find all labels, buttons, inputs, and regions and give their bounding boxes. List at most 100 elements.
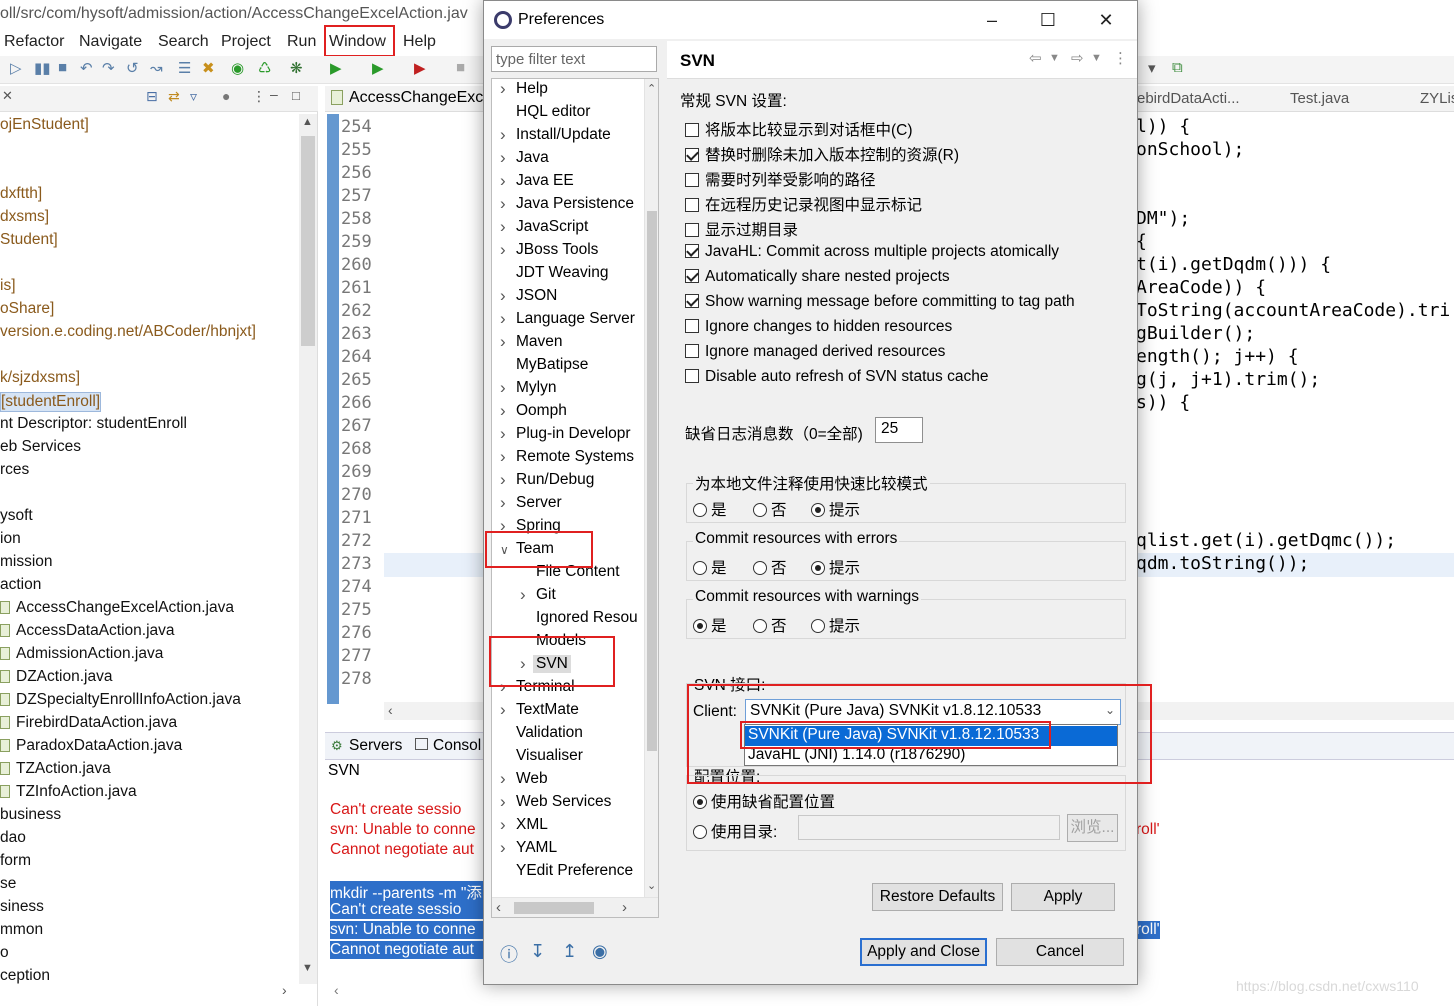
minimize-icon[interactable]: – (270, 86, 278, 102)
chevron-right-icon[interactable]: › (500, 447, 506, 467)
toolbar-icon[interactable]: ↶ (80, 59, 93, 77)
option-checkbox[interactable]: Ignore changes to hidden resources (685, 318, 952, 336)
explorer-scroll-thumb[interactable] (301, 136, 315, 346)
tab-servers[interactable]: Servers (349, 737, 402, 755)
tree-item-xml[interactable]: XML (516, 816, 548, 834)
scroll-up-icon[interactable]: ⌃ (647, 82, 656, 95)
toolbar-icon[interactable]: ▮▮ (34, 59, 51, 77)
explorer-tree-item[interactable]: rces (0, 461, 29, 479)
radio-option[interactable]: 否 (753, 556, 787, 578)
apply-and-close-button[interactable]: Apply and Close (860, 938, 987, 966)
minimize-button[interactable]: – (964, 5, 1020, 35)
explorer-tree-item[interactable]: is] (0, 277, 16, 295)
chevron-down-icon[interactable]: ▼ (1091, 52, 1102, 64)
chevron-right-icon[interactable]: › (500, 217, 506, 237)
radio-option[interactable]: 是 (693, 556, 727, 578)
option-checkbox[interactable]: Disable auto refresh of SVN status cache (685, 368, 988, 386)
explorer-tree-item[interactable]: [studentEnroll] (0, 392, 102, 412)
explorer-tree-item[interactable]: form (0, 852, 31, 870)
chevron-right-icon[interactable]: › (500, 79, 506, 99)
explorer-file-item[interactable]: AccessChangeExcelAction.java (0, 599, 234, 617)
toolbar-icon[interactable]: ↝ (150, 59, 163, 77)
tree-item-jdt-weaving[interactable]: JDT Weaving (516, 264, 608, 282)
tree-item-ignored-resou[interactable]: Ignored Resou (536, 609, 638, 627)
tree-item-java-persistence[interactable]: Java Persistence (516, 195, 634, 213)
option-checkbox[interactable]: JavaHL: Commit across multiple projects … (685, 243, 1059, 261)
chevron-right-icon[interactable]: › (500, 792, 506, 812)
browse-button[interactable]: 浏览... (1067, 814, 1118, 842)
explorer-tree-item[interactable]: o (0, 944, 9, 962)
log-count-input[interactable]: 25 (875, 417, 923, 443)
chevron-right-icon[interactable]: › (500, 815, 506, 835)
editor-tab[interactable]: ZYLis (1420, 90, 1454, 107)
menu-help[interactable]: Help (403, 33, 436, 51)
tree-item-server[interactable]: Server (516, 494, 562, 512)
option-checkbox[interactable]: Automatically share nested projects (685, 268, 950, 286)
tab-console[interactable]: Consol (433, 737, 481, 755)
explorer-tree-item[interactable]: eb Services (0, 438, 81, 456)
chevron-right-icon[interactable]: › (500, 769, 506, 789)
explorer-tree-item[interactable]: se (0, 875, 16, 893)
chevron-down-icon[interactable]: ▼ (1049, 52, 1060, 64)
export-icon[interactable]: ↥ (562, 941, 577, 962)
help-icon[interactable]: ⓘ (500, 941, 518, 967)
tree-item-mybatipse[interactable]: MyBatipse (516, 356, 588, 374)
run-icon[interactable]: ▶ (372, 59, 384, 77)
tree-item-hql-editor[interactable]: HQL editor (516, 103, 590, 121)
editor-tab-active[interactable]: AccessChangeExce (349, 89, 492, 107)
explorer-tree-item[interactable]: siness (0, 898, 44, 916)
maximize-button[interactable]: ☐ (1020, 5, 1076, 35)
explorer-tree-item[interactable]: version.e.coding.net/ABCoder/hbnjxt] (0, 323, 256, 341)
toolbar-icon[interactable]: ☰ (178, 59, 191, 77)
cancel-button[interactable]: Cancel (996, 938, 1124, 966)
radio-option[interactable]: 提示 (811, 556, 860, 578)
maximize-icon[interactable]: □ (292, 88, 300, 103)
explorer-file-item[interactable]: AccessDataAction.java (0, 622, 175, 640)
tree-item-help[interactable]: Help (516, 80, 548, 98)
explorer-tree-item[interactable]: Student] (0, 231, 58, 249)
apply-button[interactable]: Apply (1011, 883, 1115, 911)
chevron-right-icon[interactable]: › (520, 585, 526, 605)
tree-item-java-ee[interactable]: Java EE (516, 172, 574, 190)
tree-item-yedit-preference[interactable]: YEdit Preference (516, 862, 633, 880)
radio-use-directory[interactable]: 使用目录: (693, 820, 777, 842)
more-icon[interactable]: ⋮ (252, 88, 266, 105)
view-menu-icon[interactable]: ● (222, 88, 230, 104)
tree-item-web-services[interactable]: Web Services (516, 793, 611, 811)
scroll-down-icon[interactable]: ▼ (302, 962, 313, 974)
explorer-tree-item[interactable]: business (0, 806, 61, 824)
tree-item-jboss-tools[interactable]: JBoss Tools (516, 241, 598, 259)
tree-item-oomph[interactable]: Oomph (516, 402, 567, 420)
tree-item-validation[interactable]: Validation (516, 724, 583, 742)
import-icon[interactable]: ↧ (530, 941, 545, 962)
tree-scroll-thumb[interactable] (647, 211, 657, 751)
explorer-tree-item[interactable]: ojEnStudent] (0, 116, 89, 134)
scroll-left-icon[interactable]: ‹ (496, 899, 501, 916)
chevron-right-icon[interactable]: › (500, 148, 506, 168)
tree-item-remote-systems[interactable]: Remote Systems (516, 448, 634, 466)
menu-search[interactable]: Search (158, 33, 209, 51)
menu-project[interactable]: Project (221, 33, 271, 51)
radio-option[interactable]: 是 (693, 614, 727, 636)
option-checkbox[interactable]: 需要时列举受影响的路径 (685, 168, 876, 190)
explorer-tree-item[interactable]: ception (0, 967, 50, 985)
explorer-tree-item[interactable]: mission (0, 553, 53, 571)
chevron-right-icon[interactable]: › (500, 309, 506, 329)
scroll-right-icon[interactable]: › (282, 982, 287, 998)
explorer-tree-item[interactable]: ysoft (0, 507, 33, 525)
debug-icon[interactable]: ❋ (290, 59, 303, 77)
explorer-tree-item[interactable]: action (0, 576, 41, 594)
option-checkbox[interactable]: Show warning message before committing t… (685, 293, 1075, 311)
radio-option[interactable]: 否 (753, 614, 787, 636)
explorer-file-item[interactable]: DZAction.java (0, 668, 112, 686)
toolbar-icon[interactable]: ■ (58, 59, 67, 76)
toolbar-icon[interactable]: ■ (456, 59, 465, 76)
scroll-left-icon[interactable]: ‹ (388, 702, 393, 718)
tree-item-json[interactable]: JSON (516, 287, 557, 305)
tree-item-language-server[interactable]: Language Server (516, 310, 635, 328)
chevron-right-icon[interactable]: › (500, 332, 506, 352)
filter-icon[interactable]: ▿ (190, 88, 197, 105)
option-checkbox[interactable]: 显示过期目录 (685, 218, 798, 240)
collapse-all-icon[interactable]: ⊟ (146, 88, 158, 105)
back-icon[interactable]: ⇦ (1029, 49, 1042, 67)
